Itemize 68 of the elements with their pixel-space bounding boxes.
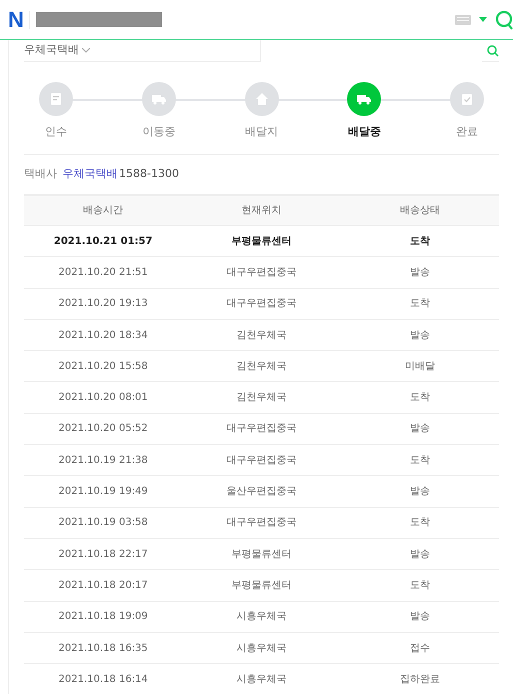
table-cell: 시흥우체국 — [182, 664, 341, 694]
table-cell: 대구우편집중국 — [182, 256, 341, 288]
table-cell: 2021.10.18 19:09 — [24, 601, 182, 632]
table-cell: 2021.10.20 15:58 — [24, 350, 182, 382]
truck-icon — [357, 92, 372, 106]
carrier-link[interactable]: 우체국택배 — [62, 166, 118, 183]
table-cell: 2021.10.20 08:01 — [24, 382, 182, 414]
carrier-dropdown[interactable]: 우체국택배 — [24, 42, 260, 59]
table-cell: 시흥우체국 — [182, 632, 341, 664]
table-cell: 2021.10.18 16:14 — [24, 664, 182, 694]
column-header: 배송시간 — [24, 196, 182, 226]
table-cell: 2021.10.19 03:58 — [24, 507, 182, 538]
table-cell: 접수 — [340, 632, 499, 664]
table-cell: 도착 — [340, 288, 499, 320]
step-label: 이동중 — [142, 124, 176, 140]
table-cell: 발송 — [340, 601, 499, 632]
carrier-label: 택배사 — [24, 166, 57, 182]
table-cell: 김천우체국 — [182, 319, 341, 351]
table-cell: 집하완료 — [340, 664, 499, 694]
table-cell: 도착 — [340, 444, 499, 476]
table-cell: 발송 — [340, 476, 499, 508]
table-cell: 발송 — [340, 413, 499, 445]
carrier-phone: 1588-1300 — [119, 166, 179, 182]
table-cell: 도착 — [340, 226, 499, 257]
table-cell: 부평물류센터 — [182, 570, 341, 602]
table-cell: 부평물류센터 — [182, 538, 341, 570]
table-cell: 대구우편집중국 — [182, 288, 341, 320]
table-cell: 대구우편집중국 — [182, 413, 341, 445]
table-cell: 2021.10.21 01:57 — [24, 226, 182, 257]
table-cell: 김천우체국 — [182, 382, 341, 414]
step-label: 완료 — [456, 124, 478, 140]
table-cell: 2021.10.19 19:49 — [24, 476, 182, 508]
table-cell: 도착 — [340, 382, 499, 414]
table-cell: 부평물류센터 — [182, 226, 341, 257]
table-cell: 발송 — [340, 256, 499, 288]
table-cell: 2021.10.20 19:13 — [24, 288, 182, 320]
check-icon — [460, 92, 474, 106]
table-cell: 발송 — [340, 538, 499, 570]
table-cell: 2021.10.19 21:38 — [24, 444, 182, 476]
table-cell: 시흥우체국 — [182, 601, 341, 632]
table-cell: 대구우편집중국 — [182, 444, 341, 476]
search-icon[interactable] — [495, 10, 513, 30]
step-label: 인수 — [45, 124, 67, 140]
house-icon — [254, 92, 268, 106]
table-cell: 발송 — [340, 319, 499, 351]
column-header: 배송상태 — [340, 196, 499, 226]
step-label: 배달중 — [348, 124, 381, 140]
table-cell: 도착 — [340, 507, 499, 538]
table-cell: 2021.10.18 16:35 — [24, 632, 182, 664]
step-label: 배달지 — [245, 124, 278, 140]
table-cell: 김천우체국 — [182, 350, 341, 382]
table-cell: 2021.10.18 22:17 — [24, 538, 182, 570]
table-cell: 2021.10.18 20:17 — [24, 570, 182, 602]
column-header: 현재위치 — [182, 196, 341, 226]
chevron-icon — [82, 48, 90, 53]
table-cell: 울산우편집중국 — [182, 476, 341, 508]
caret-icon[interactable] — [478, 17, 487, 22]
table-cell: 미배달 — [340, 350, 499, 382]
table-cell: 대구우편집중국 — [182, 507, 341, 538]
table-cell: 2021.10.20 21:51 — [24, 256, 182, 288]
truck-icon — [152, 92, 166, 106]
table-cell: 2021.10.20 18:34 — [24, 319, 182, 351]
note-icon — [49, 92, 63, 106]
search-icon[interactable] — [487, 44, 499, 56]
table-cell: 2021.10.20 05:52 — [24, 413, 182, 445]
table-cell: 도착 — [340, 570, 499, 602]
logo[interactable]: N — [8, 8, 24, 30]
keyboard-icon[interactable] — [454, 14, 470, 24]
